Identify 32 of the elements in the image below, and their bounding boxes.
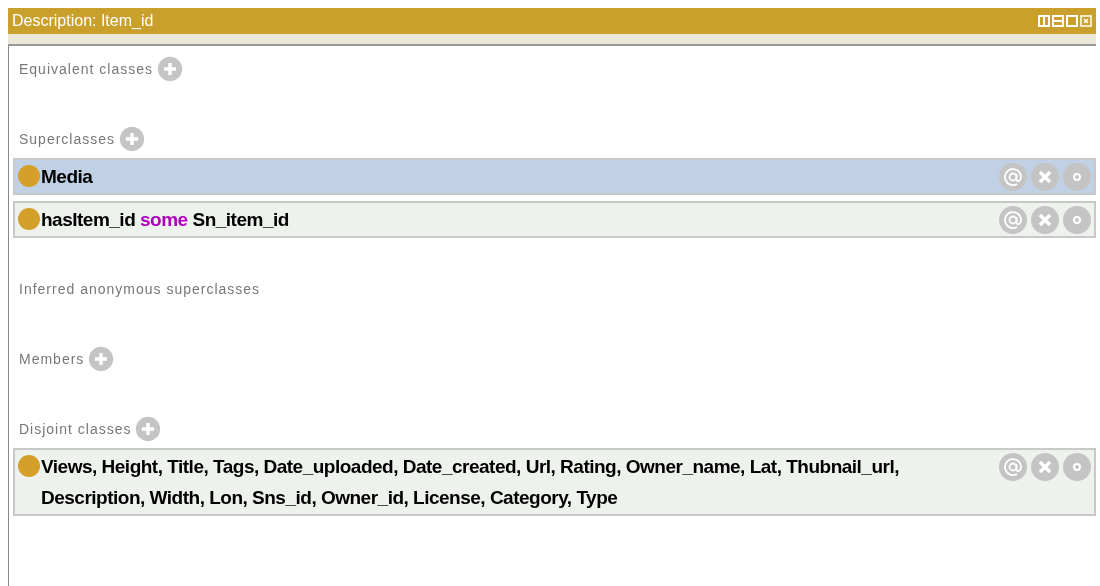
class-expression: Media	[41, 165, 94, 189]
add-icon[interactable]	[119, 126, 146, 152]
class-row[interactable]: hasItem_id some Sn_item_id	[13, 201, 1096, 238]
delete-icon[interactable]	[1030, 162, 1060, 192]
close-icon[interactable]	[1080, 15, 1092, 27]
delete-icon[interactable]	[1030, 452, 1060, 482]
class-icon	[17, 164, 41, 188]
class-expression: hasItem_id some Sn_item_id	[41, 208, 290, 232]
class-row[interactable]: Media	[13, 158, 1096, 195]
options-icon[interactable]	[1062, 162, 1092, 192]
add-icon[interactable]	[88, 346, 115, 372]
split-horizontal-icon[interactable]	[1052, 15, 1064, 27]
delete-icon[interactable]	[1030, 205, 1060, 235]
class-expression: Views, Height, Title, Tags, Date_uploaded, Date_created, Url, Rating, Owner_name, Lat, Thubnail_url, Description, Width, Lon, Sns_id, Owner_id, License, Category, Type	[41, 455, 900, 510]
maximize-icon[interactable]	[1066, 15, 1078, 27]
split-vertical-icon[interactable]	[1038, 15, 1050, 27]
add-icon[interactable]	[135, 416, 162, 442]
options-icon[interactable]	[1062, 205, 1092, 235]
at-sign-icon[interactable]	[998, 452, 1028, 482]
section-title: Inferred anonymous superclasses	[19, 279, 261, 299]
add-icon[interactable]	[156, 56, 183, 82]
class-row[interactable]: Views, Height, Title, Tags, Date_uploaded, Date_created, Url, Rating, Owner_name, Lat, Thubnail_url, Description, Width, Lon, Sns_id, Owner_id, License, Category, Type	[13, 448, 1096, 516]
at-sign-icon[interactable]	[998, 162, 1028, 192]
section-title: Equivalent classes	[19, 59, 153, 79]
section-title: Disjoint classes	[19, 419, 132, 439]
window-title: Description: Item_id	[12, 11, 154, 31]
section-title: Members	[19, 349, 85, 369]
section-title: Superclasses	[19, 129, 116, 149]
class-icon	[17, 207, 41, 231]
class-icon	[17, 454, 41, 478]
at-sign-icon[interactable]	[998, 205, 1028, 235]
options-icon[interactable]	[1062, 452, 1092, 482]
